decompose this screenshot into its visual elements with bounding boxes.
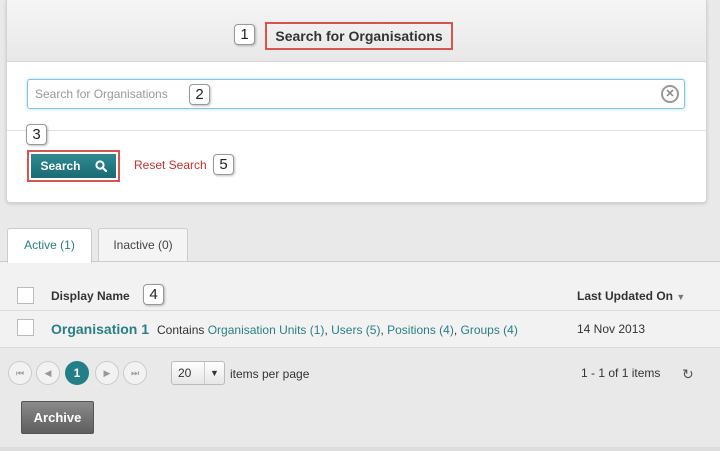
org-units-link[interactable]: Organisation Units (1) <box>208 323 325 337</box>
prev-page-button[interactable]: ◀ <box>36 361 60 385</box>
first-page-button[interactable]: ⏮ <box>8 361 32 385</box>
callout-2: 2 <box>189 84 210 105</box>
tab-active[interactable]: Active (1) <box>7 228 92 263</box>
clear-icon[interactable]: ✕ <box>661 85 679 103</box>
sort-desc-icon: ▼ <box>676 292 686 302</box>
divider <box>7 130 706 131</box>
magnifier-icon <box>94 160 107 172</box>
panel-title: Search for Organisations <box>265 22 453 50</box>
pager-range-info: 1 - 1 of 1 items <box>581 366 661 380</box>
page-size-value: 20 <box>178 366 192 380</box>
search-button-label: Search <box>40 159 81 173</box>
next-page-button[interactable]: ▶ <box>95 361 119 385</box>
callout-1: 1 <box>234 24 255 45</box>
organisation-name-link[interactable]: Organisation 1 <box>51 321 149 337</box>
callout-4: 4 <box>143 284 164 305</box>
callout-3: 3 <box>26 124 47 145</box>
search-field[interactable]: ✕ <box>27 79 685 109</box>
current-page-button[interactable]: 1 <box>65 361 89 385</box>
tab-inactive[interactable]: Inactive (0) <box>98 228 188 262</box>
contains-label: Contains <box>157 323 205 337</box>
users-link[interactable]: Users (5) <box>331 323 380 337</box>
chevron-down-icon[interactable]: ▼ <box>204 362 224 384</box>
select-all-checkbox[interactable] <box>17 287 34 304</box>
items-per-page-label: items per page <box>230 367 310 381</box>
refresh-icon[interactable]: ↻ <box>682 366 694 383</box>
header-separator <box>0 310 720 311</box>
archive-button[interactable]: Archive <box>21 401 94 434</box>
last-page-button[interactable]: ⏭ <box>123 361 147 385</box>
column-header-display-name[interactable]: Display Name <box>51 289 130 303</box>
search-button[interactable]: Search <box>27 150 120 182</box>
page-size-select[interactable]: 20 ▼ <box>171 361 225 385</box>
bottom-border <box>0 447 720 451</box>
row-checkbox[interactable] <box>17 319 34 336</box>
last-updated-label: Last Updated On <box>577 289 674 303</box>
row-separator <box>0 347 720 348</box>
search-panel: Search for Organisations ✕ Search Reset … <box>6 0 707 203</box>
callout-5: 5 <box>213 154 234 175</box>
search-input[interactable] <box>35 81 655 107</box>
reset-search-link[interactable]: Reset Search <box>134 158 207 172</box>
last-updated-date: 14 Nov 2013 <box>577 322 646 336</box>
positions-link[interactable]: Positions (4) <box>387 323 454 337</box>
groups-link[interactable]: Groups (4) <box>461 323 518 337</box>
organisation-contains: Contains Organisation Units (1), Users (… <box>157 323 518 337</box>
column-header-last-updated[interactable]: Last Updated On ▼ <box>577 289 685 303</box>
